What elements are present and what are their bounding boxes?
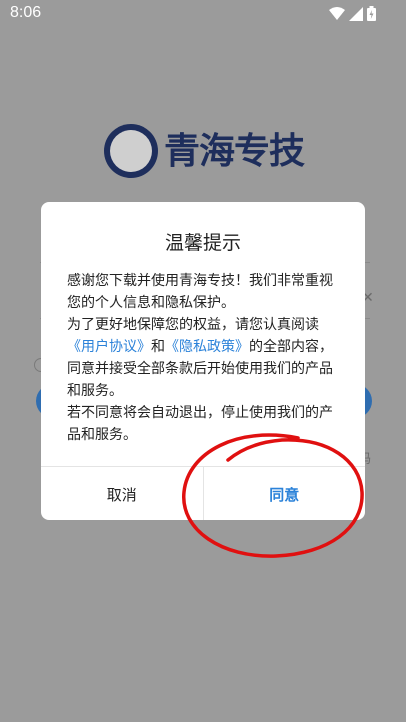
status-time: 8:06 bbox=[10, 4, 42, 21]
dialog-para-1: 感谢您下载并使用青海专技！我们非常重视您的个人信息和隐私保护。 bbox=[67, 273, 333, 311]
logo-text: 青海专技 bbox=[164, 130, 305, 172]
dialog-para-2-prefix: 为了更好地保障您的权益，请您认真阅读 bbox=[67, 317, 319, 333]
dialog-title: 温馨提示 bbox=[164, 232, 241, 254]
dialog-body: 感谢您下载并使用青海专技！我们非常重视您的个人信息和隐私保护。 为了更好地保障您… bbox=[67, 270, 343, 446]
battery-icon bbox=[367, 6, 376, 21]
status-bar: 8:06 bbox=[0, 0, 406, 28]
signal-icon bbox=[349, 6, 363, 21]
status-icons bbox=[329, 6, 376, 21]
user-agreement-link[interactable]: 《用户协议》 bbox=[67, 339, 151, 355]
wifi-icon bbox=[329, 6, 345, 21]
privacy-policy-link[interactable]: 《隐私政策》 bbox=[165, 339, 249, 355]
logo-emblem-icon bbox=[104, 124, 158, 178]
dialog-and-text: 和 bbox=[151, 339, 165, 355]
app-logo: 青海专技 bbox=[104, 124, 305, 180]
red-circle-annotation bbox=[182, 433, 364, 558]
